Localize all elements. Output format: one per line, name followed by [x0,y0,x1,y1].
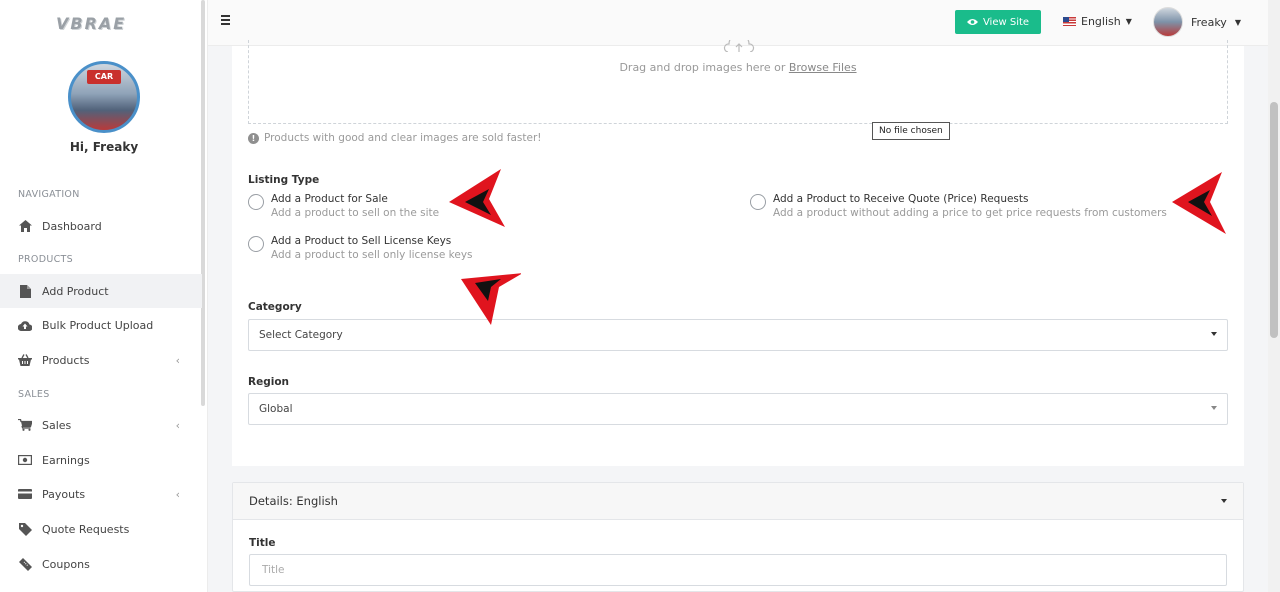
page-scrollbar[interactable] [1268,0,1280,592]
listing-type-label: Listing Type [248,174,320,186]
category-select[interactable]: Select Category [248,319,1228,351]
category-value: Select Category [259,329,343,341]
sidebar-item-products[interactable]: Products ‹ [0,343,202,377]
logo[interactable]: VBRAE [56,14,152,34]
sidebar-item-bulk-upload[interactable]: Bulk Product Upload [0,308,202,342]
sidebar-item-label: Bulk Product Upload [42,318,154,332]
sidebar-item-coupons[interactable]: Coupons [0,547,202,581]
cart-icon [18,418,32,432]
option-title: Add a Product to Receive Quote (Price) R… [773,193,1029,205]
chevron-left-icon: ‹ [175,419,180,432]
sidebar-item-label: Sales [42,418,72,432]
sidebar-item-earnings[interactable]: Earnings [0,443,202,477]
chevron-left-icon: ‹ [175,354,180,367]
ticket-icon [18,557,32,571]
scrollbar-thumb[interactable] [1270,102,1278,338]
option-title: Add a Product for Sale [271,193,388,205]
tag-icon [18,522,32,536]
menu-toggle-icon[interactable] [221,15,231,29]
file-status-tooltip: No file chosen [872,122,950,140]
credit-card-icon [18,487,32,501]
sidebar-item-label: Products [42,353,90,367]
basket-icon [18,353,32,367]
section-products: PRODUCTS [18,254,73,265]
option-description: Add a product to sell on the site [271,207,440,219]
view-site-button[interactable]: View Site [955,10,1041,34]
option-description: Add a product to sell only license keys [271,249,473,261]
sidebar-item-payouts[interactable]: Payouts ‹ [0,477,202,511]
home-icon [18,219,32,233]
image-dropzone[interactable]: Drag and drop images here or Browse File… [248,40,1228,124]
radio-product-quote-requests[interactable]: Add a Product to Receive Quote (Price) R… [750,192,1167,221]
title-label: Title [249,537,276,549]
radio-button[interactable] [750,194,766,210]
caret-down-icon [1211,406,1217,410]
region-label: Region [248,376,290,388]
avatar: CAR [68,61,140,133]
sidebar-item-label: Coupons [42,557,90,571]
cloud-upload-icon [18,318,32,332]
sidebar-item-quote-requests[interactable]: Quote Requests [0,512,202,546]
sidebar-item-label: Add Product [42,284,109,298]
annotation-arrow-icon [1172,172,1226,234]
avatar-badge: CAR [87,70,121,84]
sidebar: VBRAE CAR Hi, Freaky NAVIGATION Dashboar… [0,0,208,592]
money-icon [18,453,32,467]
sidebar-item-label: Quote Requests [42,522,130,536]
user-greeting: Hi, Freaky [69,140,139,154]
caret-down-icon: ▼ [1125,17,1132,26]
category-label: Category [248,301,302,313]
annotation-arrow-icon [461,273,521,325]
username: Freaky [1191,15,1227,29]
sidebar-item-add-product[interactable]: Add Product [0,274,202,308]
language-dropdown[interactable]: English ▼ [1063,15,1132,28]
upload-icon [723,40,755,52]
details-card: Details: English Title [232,482,1244,592]
us-flag-icon [1063,17,1076,26]
avatar [1153,7,1183,37]
view-site-label: View Site [982,16,1030,28]
sidebar-item-label: Payouts [42,487,86,501]
dropzone-text: Drag and drop images here or Browse File… [249,61,1227,74]
caret-down-icon [1211,332,1217,336]
details-title: Details: English [249,494,338,508]
radio-product-for-sale[interactable]: Add a Product for Sale Add a product to … [248,192,439,221]
chevron-left-icon: ‹ [175,488,180,501]
sidebar-item-label: Dashboard [42,219,102,233]
radio-button[interactable] [248,236,264,252]
sidebar-item-dashboard[interactable]: Dashboard [0,209,202,243]
details-header[interactable]: Details: English [233,483,1243,520]
region-value: Global [259,403,293,415]
radio-button[interactable] [248,194,264,210]
sidebar-item-label: Earnings [42,453,90,467]
option-title: Add a Product to Sell License Keys [271,235,452,247]
image-hint: ! Products with good and clear images ar… [248,132,542,144]
title-input[interactable] [249,554,1227,586]
radio-product-license-keys[interactable]: Add a Product to Sell License Keys Add a… [248,234,473,263]
sidebar-item-sales[interactable]: Sales ‹ [0,408,202,442]
option-description: Add a product without adding a price to … [773,207,1167,219]
annotation-arrow-icon [449,169,505,227]
region-select[interactable]: Global [248,393,1228,425]
hint-text: Products with good and clear images are … [264,132,542,144]
caret-down-icon [1221,499,1227,503]
section-sales: SALES [18,389,50,400]
section-navigation: NAVIGATION [18,189,80,200]
user-menu[interactable]: Freaky ▼ [1153,7,1241,37]
info-icon: ! [248,132,259,144]
language-label: English [1081,15,1121,28]
browse-files-link[interactable]: Browse Files [789,61,857,74]
product-form-card: Drag and drop images here or Browse File… [232,40,1244,466]
file-icon [18,284,32,298]
eye-icon [966,19,978,25]
caret-down-icon: ▼ [1234,17,1241,27]
dropzone-instruction: Drag and drop images here or [619,61,786,74]
